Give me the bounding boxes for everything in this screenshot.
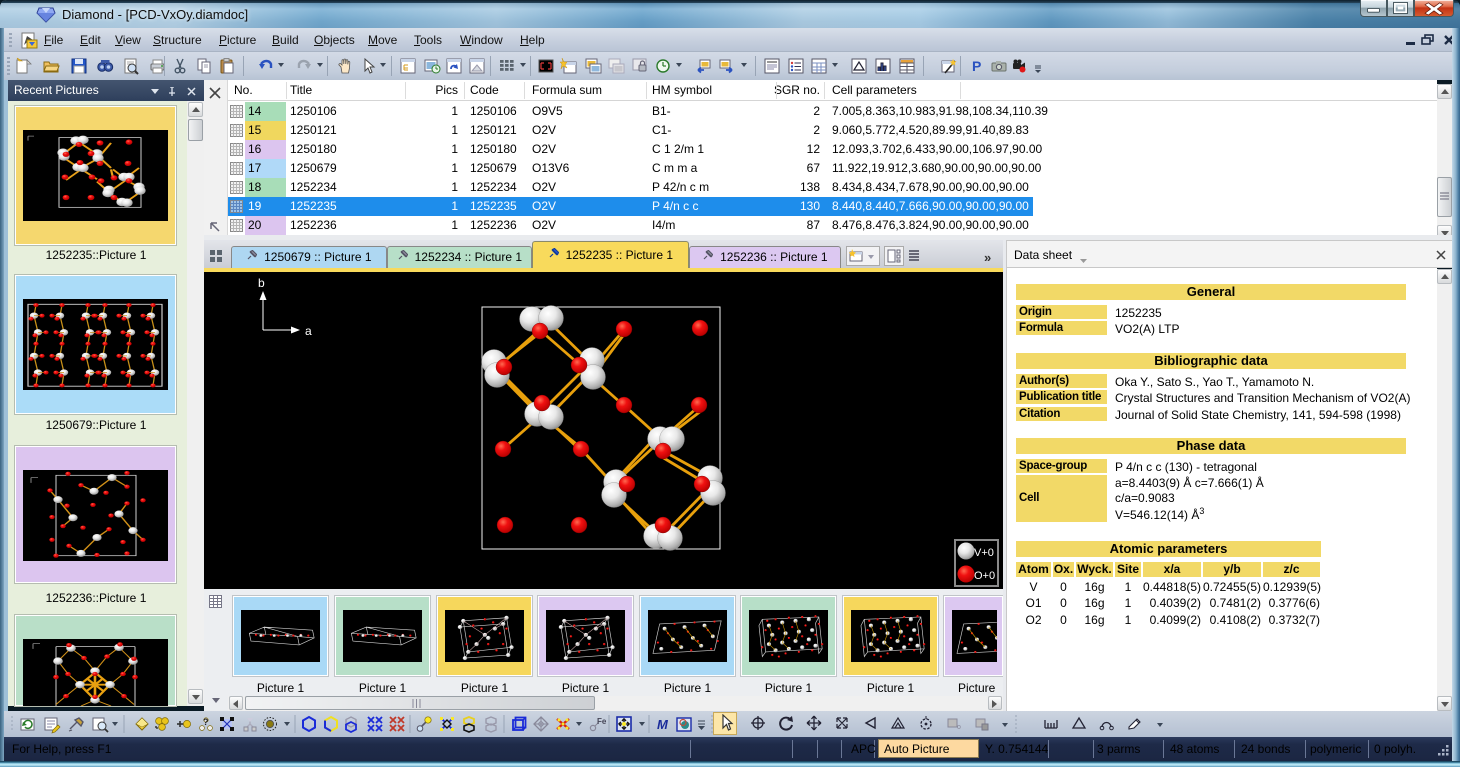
svg-text:P: P — [972, 58, 981, 74]
svg-text:Fe: Fe — [597, 717, 607, 726]
svg-text:b: b — [258, 276, 265, 290]
svg-text:a: a — [305, 324, 312, 338]
svg-text:o: o — [957, 724, 961, 731]
svg-text:M: M — [657, 717, 669, 732]
svg-text:O+0: O+0 — [974, 570, 995, 582]
svg-text:?: ? — [203, 717, 209, 727]
svg-text:V+0: V+0 — [974, 547, 994, 559]
